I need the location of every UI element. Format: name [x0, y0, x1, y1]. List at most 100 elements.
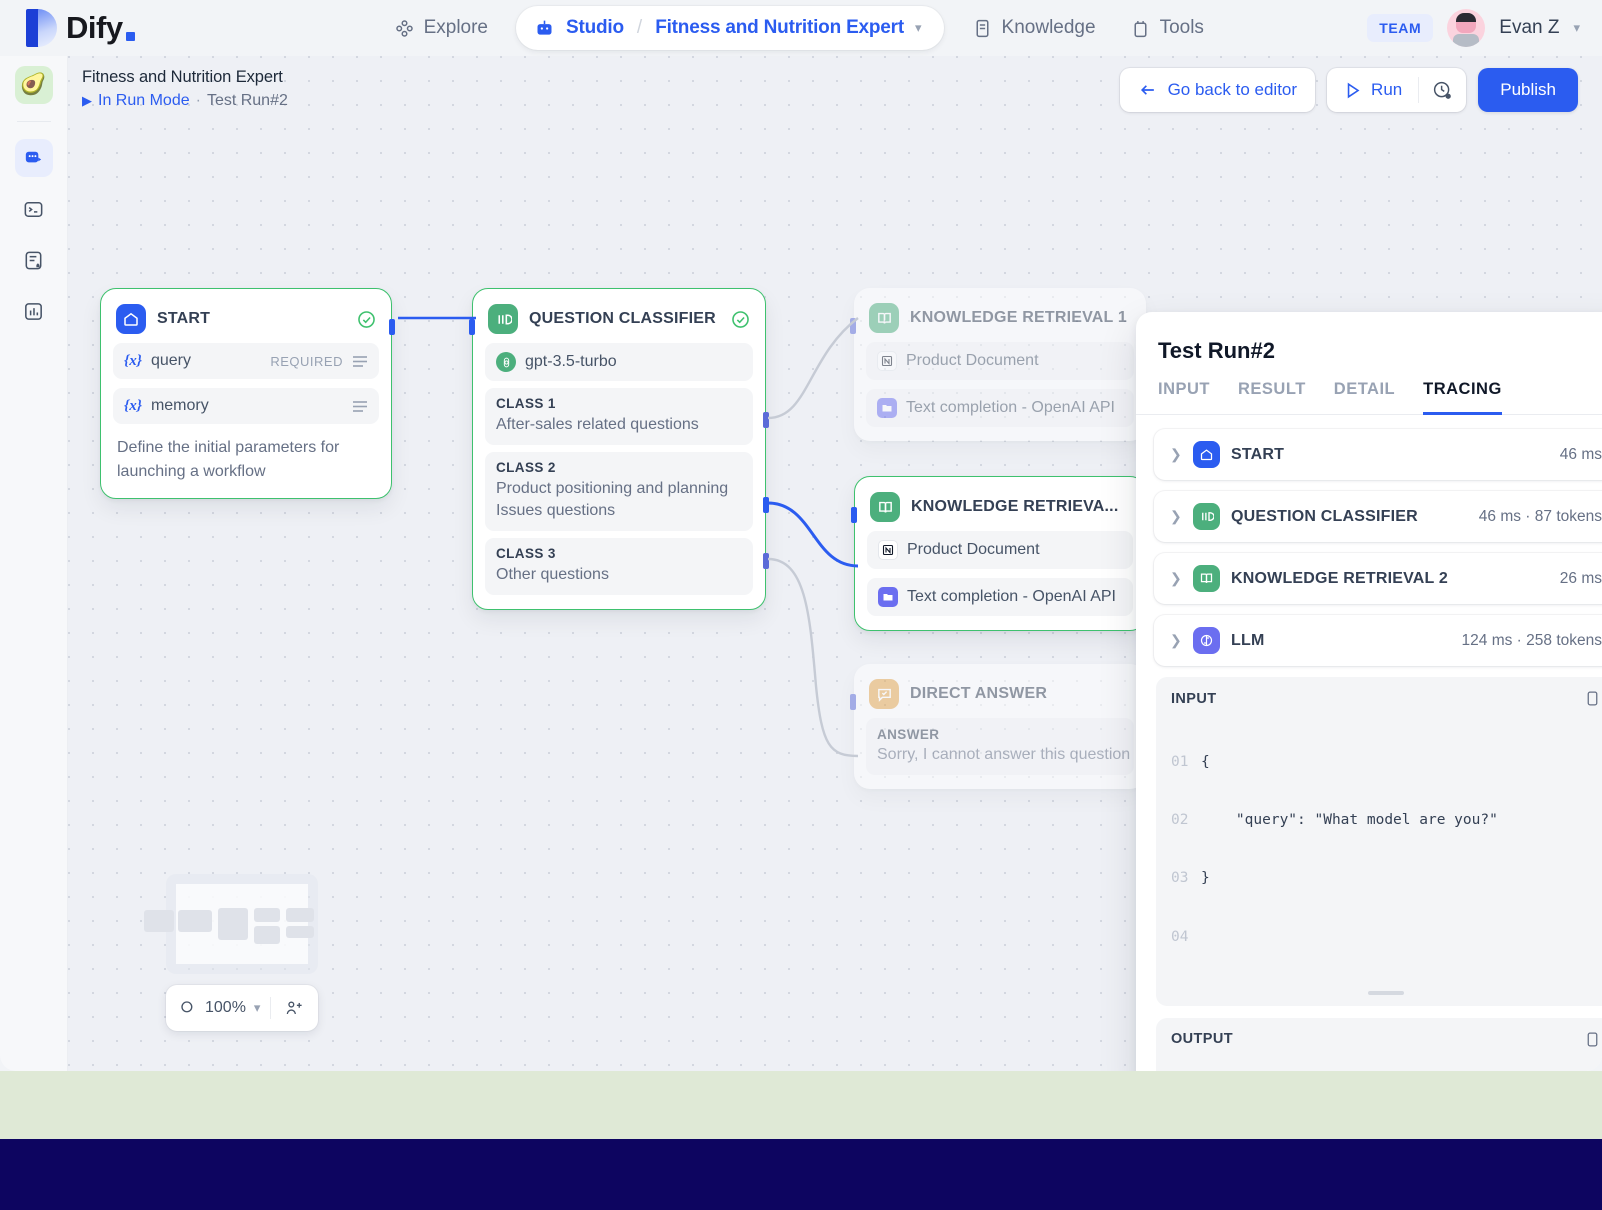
llm-icon [1193, 627, 1220, 654]
dify-logo[interactable]: Dify [26, 9, 135, 47]
tab-result[interactable]: RESULT [1238, 380, 1306, 415]
zoom-chevron-down-icon[interactable]: ▾ [254, 1000, 261, 1016]
chevron-right-icon[interactable]: ❯ [1170, 508, 1182, 525]
node-kr1-header: KNOWLEDGE RETRIEVAL 1 [866, 300, 1134, 333]
llm-input-header: INPUT [1171, 690, 1601, 707]
line-number: 03 [1171, 869, 1201, 888]
analytics-icon [22, 300, 45, 323]
folder-icon [878, 587, 898, 607]
run-history-button[interactable] [1419, 80, 1466, 101]
team-badge: TEAM [1367, 14, 1433, 42]
nav-tools-label: Tools [1160, 17, 1204, 39]
chevron-right-icon[interactable]: ❯ [1170, 570, 1182, 587]
canvas-header-left: Fitness and Nutrition Expert ▶ In Run Mo… [82, 68, 288, 110]
nav-center: Explore Studio / Fitness and Nutrition E… [380, 6, 1218, 50]
chevron-down-icon[interactable]: ❯ [1170, 632, 1182, 649]
play-icon [1343, 81, 1362, 100]
run-name-label: Test Run#2 [207, 92, 288, 110]
run-mode-label: In Run Mode [98, 92, 190, 110]
trace-node-meta: 124 ms · 258 tokens [1462, 632, 1602, 650]
canvas-minimap[interactable] [166, 874, 318, 974]
chevron-down-icon[interactable]: ▾ [915, 20, 922, 36]
llm-input-block: INPUT 01{ 02 "query": "What model are yo… [1156, 677, 1602, 1006]
node-kr2-dataset-1: Product Document [867, 531, 1133, 569]
node-knowledge-retrieval-2[interactable]: KNOWLEDGE RETRIEVA... Product Document T… [854, 476, 1146, 631]
class-2-output-port[interactable] [763, 497, 769, 513]
variable-name: memory [151, 397, 209, 415]
node-knowledge-retrieval-1[interactable]: KNOWLEDGE RETRIEVAL 1 Product Document T… [854, 288, 1146, 441]
trace-row-llm[interactable]: ❯ LLM 124 ms · 258 tokens [1154, 615, 1602, 666]
trace-row-start[interactable]: ❯ START 46 ms [1154, 429, 1602, 480]
resize-grip[interactable] [1368, 991, 1404, 995]
avatar[interactable] [1447, 9, 1485, 47]
workflow-canvas[interactable]: Fitness and Nutrition Expert ▶ In Run Mo… [68, 56, 1602, 1071]
status-separator: · [196, 92, 201, 110]
run-button-group: Run [1327, 68, 1466, 112]
nav-explore[interactable]: Explore [380, 8, 502, 48]
answer-bubble-icon [869, 679, 899, 709]
tab-input[interactable]: INPUT [1158, 380, 1210, 415]
canvas-header: Fitness and Nutrition Expert ▶ In Run Mo… [68, 56, 1602, 126]
breadcrumb-app-name[interactable]: Fitness and Nutrition Expert [655, 17, 904, 39]
node-kr1-input-port[interactable] [850, 318, 856, 334]
dify-logo-dot [126, 32, 135, 41]
run-button[interactable]: Run [1327, 68, 1418, 112]
answer-text: Sorry, I cannot answer this question [877, 746, 1123, 764]
copy-icon[interactable] [1584, 690, 1601, 707]
sidebar-item-api-access[interactable] [15, 190, 53, 228]
go-back-to-editor-button[interactable]: Go back to editor [1120, 68, 1315, 112]
tools-icon [1130, 18, 1151, 39]
user-menu-chevron-down-icon[interactable]: ▾ [1573, 20, 1580, 36]
publish-label: Publish [1500, 80, 1556, 100]
sidebar-item-workflow[interactable] [15, 139, 53, 177]
required-badge: REQUIRED [270, 354, 343, 369]
node-direct-answer[interactable]: DIRECT ANSWER ANSWER Sorry, I cannot ans… [854, 664, 1146, 789]
trace-row-question-classifier[interactable]: ❯ QUESTION CLASSIFIER 46 ms · 87 tokens [1154, 491, 1602, 542]
terminal-icon [22, 198, 45, 221]
class-label: CLASS 3 [496, 546, 742, 561]
zoom-control[interactable]: 100% ▾ [166, 985, 318, 1031]
chevron-right-icon[interactable]: ❯ [1170, 446, 1182, 463]
background-band-green [0, 1071, 1602, 1139]
nav-studio-pill[interactable]: Studio / Fitness and Nutrition Expert ▾ [516, 6, 944, 50]
code-text: { [1201, 753, 1210, 772]
node-question-classifier[interactable]: QUESTION CLASSIFIER gpt-3.5-turbo CLASS … [472, 288, 766, 610]
dify-wordmark-text: Dify [66, 10, 123, 46]
studio-robot-icon [534, 18, 555, 39]
node-start-var-query: {x} query REQUIRED [113, 343, 379, 379]
class-3-output-port[interactable] [763, 553, 769, 569]
copy-icon[interactable] [1584, 1031, 1601, 1048]
node-start[interactable]: START {x} query REQUIRED {x} memory [100, 288, 392, 499]
minimap-viewport [176, 884, 308, 964]
trace-node-meta: 46 ms [1560, 446, 1602, 464]
class-1-output-port[interactable] [763, 412, 769, 428]
tab-detail[interactable]: DETAIL [1334, 380, 1395, 415]
app-emoji-icon[interactable]: 🥑 [15, 66, 53, 104]
node-direct-answer-input-port[interactable] [850, 694, 856, 710]
node-classifier-class-3: CLASS 3 Other questions [485, 538, 753, 595]
answer-label: ANSWER [877, 727, 1123, 742]
tab-tracing[interactable]: TRACING [1423, 380, 1502, 415]
node-start-output-port[interactable] [389, 319, 395, 335]
nav-knowledge[interactable]: Knowledge [958, 8, 1110, 48]
node-classifier-class-1: CLASS 1 After-sales related questions [485, 388, 753, 445]
node-classifier-title: QUESTION CLASSIFIER [529, 310, 716, 328]
node-kr2-dataset-2: Text completion - OpenAI API [867, 578, 1133, 616]
trace-row-knowledge-retrieval-2[interactable]: ❯ KNOWLEDGE RETRIEVAL 2 26 ms [1154, 553, 1602, 604]
node-classifier-input-port[interactable] [469, 319, 475, 335]
node-start-header: START [113, 301, 379, 334]
success-check-icon [357, 310, 376, 329]
sidebar-item-logs[interactable] [15, 241, 53, 279]
search-icon[interactable] [179, 999, 197, 1017]
publish-button[interactable]: Publish [1478, 68, 1578, 112]
node-kr2-input-port[interactable] [851, 507, 857, 523]
node-kr1-dataset-1: Product Document [866, 342, 1134, 380]
add-member-icon[interactable] [285, 999, 304, 1018]
home-icon [116, 304, 146, 334]
nav-tools[interactable]: Tools [1116, 8, 1218, 48]
sidebar-item-analytics[interactable] [15, 292, 53, 330]
text-lines-icon [352, 400, 368, 413]
class-label: CLASS 2 [496, 460, 742, 475]
classifier-icon [488, 304, 518, 334]
app-shell: Dify Explore Studio / Fitness and Nutri [0, 0, 1602, 1071]
